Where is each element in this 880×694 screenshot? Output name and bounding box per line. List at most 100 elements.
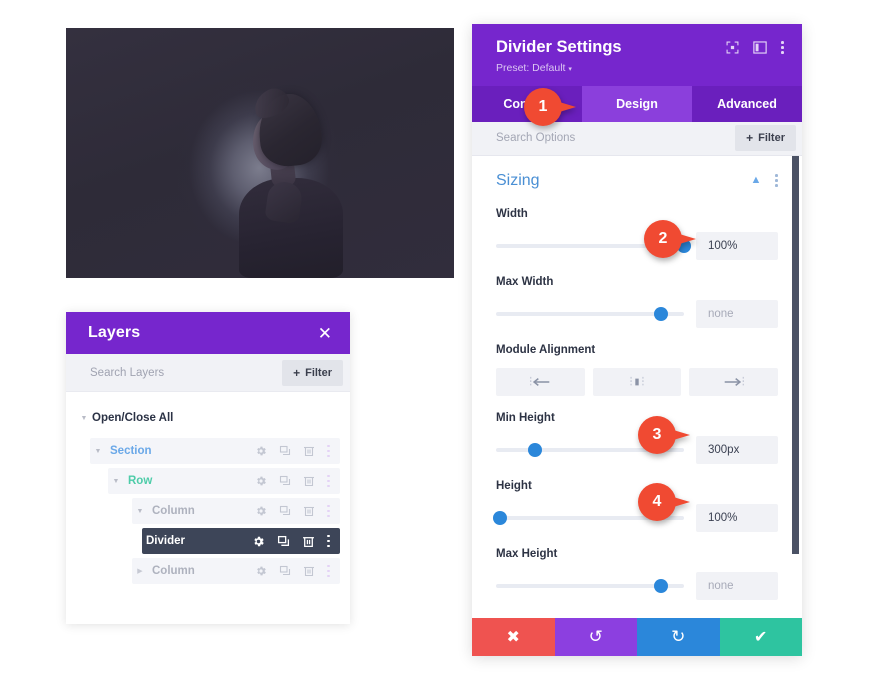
max-height-value[interactable]: none (696, 571, 778, 600)
field-label: Width (496, 207, 528, 220)
layers-panel: Layers ✕ Search Layers + Filter ▼ Open/C… (66, 312, 350, 624)
slider-track (496, 447, 684, 452)
kebab-icon[interactable] (327, 504, 330, 518)
layer-row-actions (255, 564, 340, 578)
gear-icon[interactable] (255, 445, 267, 457)
field-height: Height 100% (492, 479, 778, 532)
slider-knob[interactable] (528, 442, 543, 457)
gear-icon[interactable] (255, 505, 267, 517)
kebab-icon[interactable] (781, 41, 784, 54)
options-filter-button[interactable]: + Filter (735, 125, 796, 152)
layer-row-actions (255, 504, 340, 518)
gear-icon[interactable] (252, 535, 265, 548)
layers-filter-button[interactable]: + Filter (282, 359, 343, 386)
duplicate-icon[interactable] (279, 505, 291, 517)
search-layers-input[interactable]: Search Layers (90, 367, 164, 379)
chevron-up-icon[interactable]: ▲ (751, 175, 762, 186)
layout-icon[interactable] (753, 41, 768, 54)
slider-knob[interactable] (654, 306, 669, 321)
slider-track (496, 243, 684, 248)
trash-icon[interactable] (303, 475, 315, 487)
layer-label: Divider (146, 535, 185, 547)
field-label: Height (496, 479, 532, 492)
chevron-down-icon[interactable]: ▼ (108, 478, 124, 485)
trash-icon[interactable] (303, 565, 315, 577)
max-width-slider[interactable] (496, 303, 684, 325)
height-value[interactable]: 100% (696, 503, 778, 532)
settings-action-bar: ✖ ↺ ↻ ✔ (472, 618, 802, 656)
field-width: Width 100% (496, 208, 778, 260)
layer-row-section[interactable]: ▼ Section (90, 438, 340, 464)
layer-label: Column (152, 565, 195, 577)
chevron-right-icon[interactable]: ▶ (132, 568, 148, 575)
chevron-down-icon[interactable]: ▼ (132, 508, 148, 515)
trash-icon[interactable] (302, 535, 315, 548)
preset-label: Preset: Default (496, 62, 566, 74)
layer-row-row[interactable]: ▼ Row (108, 468, 340, 494)
layer-row-column-1[interactable]: ▼ Column (132, 498, 340, 524)
height-slider[interactable] (492, 507, 684, 529)
divider-settings-panel: Divider Settings Preset: Default ▾ Conte… (472, 24, 802, 656)
field-label: Max Height (496, 547, 558, 560)
field-label: Module Alignment (496, 343, 596, 356)
duplicate-icon[interactable] (279, 475, 291, 487)
align-center-icon (626, 376, 648, 388)
settings-options-body: Sizing ▲ Width 100% Max Width none Modul… (472, 155, 802, 618)
fullscreen-icon[interactable] (726, 41, 739, 54)
duplicate-icon[interactable] (277, 535, 290, 548)
trash-icon[interactable] (303, 445, 315, 457)
tab-design[interactable]: Design (582, 86, 692, 122)
sizing-section-header: Sizing ▲ (496, 172, 778, 190)
chevron-down-icon[interactable]: ▼ (90, 448, 106, 455)
redo-button[interactable]: ↻ (637, 618, 720, 656)
align-right-button[interactable] (689, 367, 779, 396)
align-left-icon (529, 376, 551, 388)
redo-icon: ↻ (671, 627, 686, 646)
trash-icon[interactable] (303, 505, 315, 517)
width-slider[interactable] (496, 235, 691, 257)
open-close-all-label: Open/Close All (92, 412, 174, 424)
preset-selector[interactable]: Preset: Default ▾ (496, 62, 622, 74)
search-options-input[interactable]: Search Options (496, 132, 575, 144)
close-icon[interactable]: ✕ (318, 325, 332, 342)
slider-knob[interactable] (492, 510, 507, 525)
kebab-icon[interactable] (327, 564, 330, 578)
cancel-button[interactable]: ✖ (472, 618, 555, 656)
layers-search-bar: Search Layers + Filter (66, 354, 350, 392)
open-close-all-row[interactable]: ▼ Open/Close All (76, 406, 340, 430)
gear-icon[interactable] (255, 565, 267, 577)
layer-label: Row (128, 475, 153, 487)
layer-row-actions (255, 474, 340, 488)
tab-content[interactable]: Content (472, 86, 582, 122)
settings-scrollbar[interactable] (792, 155, 799, 554)
field-label: Max Width (496, 275, 554, 288)
kebab-icon[interactable] (327, 534, 330, 548)
field-label: Min Height (496, 411, 555, 424)
field-max-height: Max Height none (496, 548, 778, 600)
slider-knob[interactable] (654, 578, 669, 593)
kebab-icon[interactable] (327, 474, 330, 488)
max-height-slider[interactable] (496, 575, 684, 597)
duplicate-icon[interactable] (279, 565, 291, 577)
field-max-width: Max Width none (496, 276, 778, 328)
align-center-button[interactable] (592, 367, 682, 396)
min-height-value[interactable]: 300px (696, 435, 778, 464)
chevron-down-icon[interactable]: ▼ (76, 415, 92, 422)
layer-row-column-2[interactable]: ▶ Column (132, 558, 340, 584)
kebab-icon[interactable] (327, 444, 330, 458)
tab-advanced[interactable]: Advanced (692, 86, 802, 122)
layer-row-divider[interactable]: Divider (142, 528, 340, 554)
align-left-button[interactable] (496, 367, 585, 396)
kebab-icon[interactable] (775, 174, 778, 187)
undo-button[interactable]: ↺ (554, 618, 637, 656)
gear-icon[interactable] (255, 475, 267, 487)
layer-row-actions (255, 444, 340, 458)
slider-knob[interactable] (677, 238, 691, 253)
settings-tabs: Content Design Advanced (472, 86, 802, 122)
duplicate-icon[interactable] (279, 445, 291, 457)
max-width-value[interactable]: none (696, 299, 778, 328)
width-value[interactable]: 100% (696, 231, 778, 260)
save-button[interactable]: ✔ (719, 618, 802, 656)
chevron-down-icon: ▾ (568, 66, 572, 73)
min-height-slider[interactable] (496, 439, 684, 461)
